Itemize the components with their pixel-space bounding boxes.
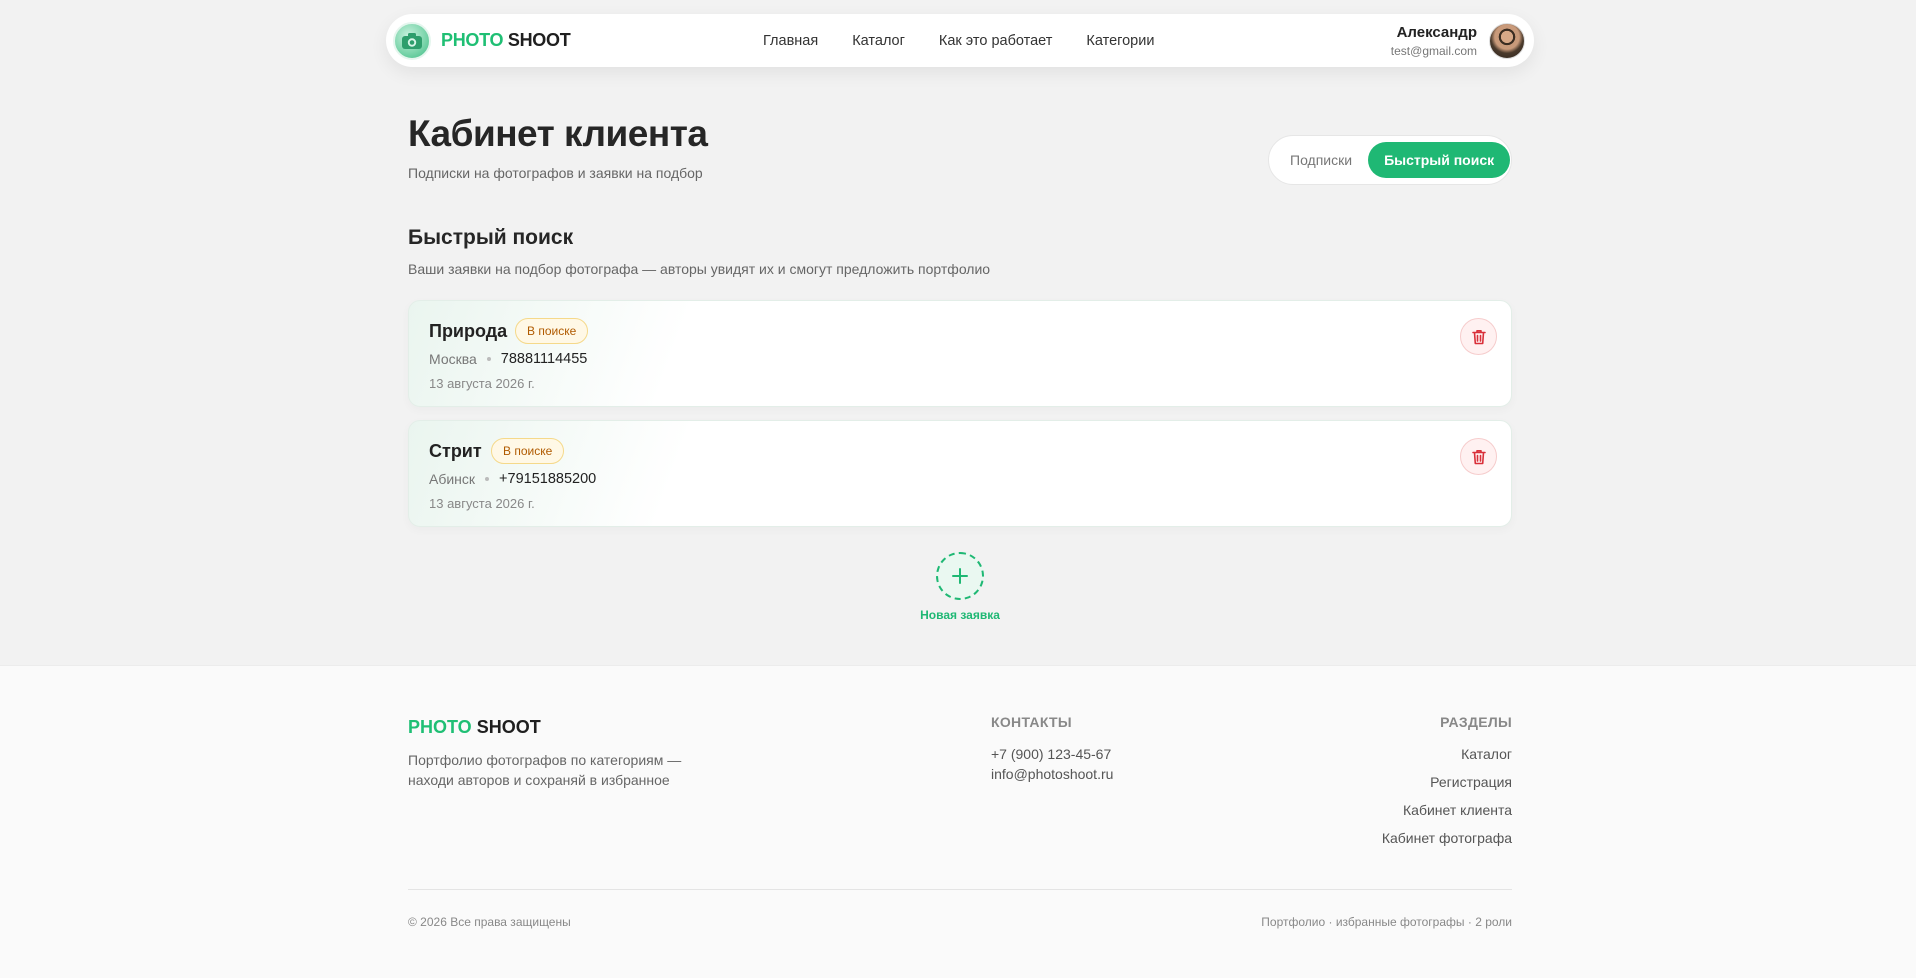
footer-contacts-title: КОНТАКТЫ	[991, 714, 1072, 730]
request-date: 13 августа 2026 г.	[429, 496, 535, 511]
page-subtitle: Подписки на фотографов и заявки на подбо…	[408, 165, 703, 181]
user-name: Александр	[1396, 23, 1477, 41]
nav-link-categories[interactable]: Категории	[1086, 33, 1154, 49]
top-navbar: PHOTO SHOOT Главная Каталог Как это рабо…	[386, 14, 1534, 67]
nav-link-home[interactable]: Главная	[763, 33, 818, 49]
status-badge: В поиске	[515, 318, 589, 344]
request-card: Природа В поиске Москва 78881114455 13 а…	[408, 300, 1512, 407]
footer-sections-title: РАЗДЕЛЫ	[1440, 714, 1512, 730]
trash-icon	[1471, 449, 1486, 464]
status-badge: В поиске	[491, 438, 565, 464]
nav-link-catalog[interactable]: Каталог	[852, 33, 905, 49]
trash-icon	[1471, 329, 1486, 344]
footer-logo-part-shoot: SHOOT	[476, 717, 541, 737]
footer-link-photographer-cabinet[interactable]: Кабинет фотографа	[1382, 830, 1512, 846]
new-request-button[interactable]	[936, 552, 984, 600]
footer: PHOTO SHOOT Портфолио фотографов по кате…	[0, 665, 1916, 978]
footer-logo[interactable]: PHOTO SHOOT	[408, 717, 541, 738]
cabinet-tabs: Подписки Быстрый поиск	[1268, 135, 1512, 185]
footer-link-catalog[interactable]: Каталог	[1461, 746, 1512, 762]
delete-request-button[interactable]	[1460, 318, 1497, 355]
request-city: Абинск	[429, 471, 476, 487]
section-title: Быстрый поиск	[408, 226, 574, 249]
main-nav: Главная Каталог Как это работает Категор…	[763, 14, 1154, 67]
separator-dot	[486, 357, 491, 361]
footer-divider	[408, 889, 1512, 890]
footer-logo-part-photo: PHOTO	[408, 717, 472, 737]
request-title: Природа	[429, 321, 508, 341]
request-meta: Абинск +79151885200	[429, 471, 596, 487]
separator-dot	[485, 477, 490, 481]
footer-link-registration[interactable]: Регистрация	[1430, 774, 1512, 790]
user-info: Александр test@gmail.com	[1391, 24, 1477, 58]
logo-part-photo: PHOTO	[441, 30, 504, 50]
request-phone: +79151885200	[499, 471, 597, 487]
tab-quick-search[interactable]: Быстрый поиск	[1368, 142, 1511, 178]
request-meta: Москва 78881114455	[429, 351, 587, 367]
nav-link-how-it-works[interactable]: Как это работает	[939, 33, 1052, 49]
request-title: Стрит	[429, 441, 482, 461]
tab-subscriptions[interactable]: Подписки	[1274, 142, 1368, 178]
delete-request-button[interactable]	[1460, 438, 1497, 475]
request-city: Москва	[429, 351, 477, 367]
logo-text: PHOTO SHOOT	[441, 30, 571, 51]
request-date: 13 августа 2026 г.	[429, 376, 535, 391]
request-card: Стрит В поиске Абинск +79151885200 13 ав…	[408, 420, 1512, 527]
footer-email-link[interactable]: info@photoshoot.ru	[991, 766, 1113, 782]
section-description: Ваши заявки на подбор фотографа — авторы…	[408, 261, 991, 277]
user-menu[interactable]: Александр test@gmail.com	[1391, 14, 1525, 67]
user-email: test@gmail.com	[1390, 43, 1477, 58]
footer-copyright: © 2026 Все права защищены	[408, 915, 571, 929]
footer-tagline: Портфолио · избранные фотографы · 2 роли	[1261, 915, 1512, 929]
footer-link-client-cabinet[interactable]: Кабинет клиента	[1403, 802, 1512, 818]
request-phone: 78881114455	[500, 351, 588, 367]
page-title: Кабинет клиента	[408, 113, 708, 154]
footer-description: Портфолио фотографов по категориям — нах…	[408, 752, 682, 788]
new-request-label[interactable]: Новая заявка	[900, 608, 1020, 622]
avatar[interactable]	[1489, 22, 1525, 59]
logo[interactable]: PHOTO SHOOT	[393, 21, 571, 60]
plus-icon	[952, 568, 968, 584]
camera-logo-icon	[393, 21, 431, 60]
footer-phone-link[interactable]: +7 (900) 123-45-67	[991, 746, 1111, 762]
logo-part-shoot: SHOOT	[507, 30, 571, 50]
